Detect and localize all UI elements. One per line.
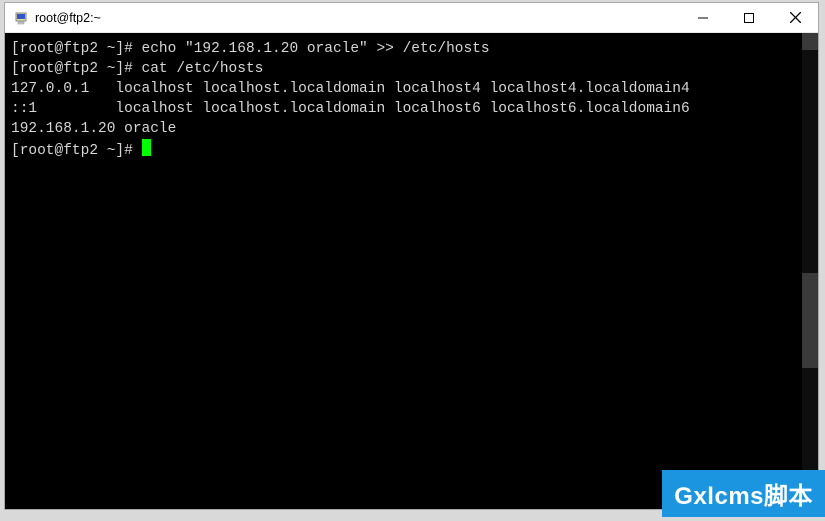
scrollbar-up-button[interactable] bbox=[802, 33, 818, 50]
scrollbar-track bbox=[802, 33, 818, 509]
window-title: root@ftp2:~ bbox=[35, 11, 680, 25]
scrollbar-thumb[interactable] bbox=[802, 273, 818, 368]
terminal-line: 192.168.1.20 oracle bbox=[11, 121, 176, 137]
terminal-line: [root@ftp2 ~]# echo "192.168.1.20 oracle… bbox=[11, 41, 490, 57]
terminal-line: ::1 localhost localhost.localdomain loca… bbox=[11, 101, 690, 117]
window-controls bbox=[680, 3, 818, 32]
terminal-window: root@ftp2:~ [root@ftp2 ~]# echo "192.168… bbox=[4, 2, 819, 510]
maximize-button[interactable] bbox=[726, 3, 772, 32]
watermark-badge: Gxlcms脚本 bbox=[662, 470, 825, 517]
minimize-button[interactable] bbox=[680, 3, 726, 32]
terminal-prompt: [root@ftp2 ~]# bbox=[11, 143, 142, 159]
putty-icon bbox=[13, 10, 29, 26]
terminal-body[interactable]: [root@ftp2 ~]# echo "192.168.1.20 oracle… bbox=[5, 33, 818, 509]
titlebar[interactable]: root@ftp2:~ bbox=[5, 3, 818, 33]
terminal-cursor bbox=[142, 139, 151, 156]
terminal-line: [root@ftp2 ~]# cat /etc/hosts bbox=[11, 61, 263, 77]
terminal-line: 127.0.0.1 localhost localhost.localdomai… bbox=[11, 81, 690, 97]
close-button[interactable] bbox=[772, 3, 818, 32]
terminal-scrollbar[interactable] bbox=[802, 33, 818, 509]
